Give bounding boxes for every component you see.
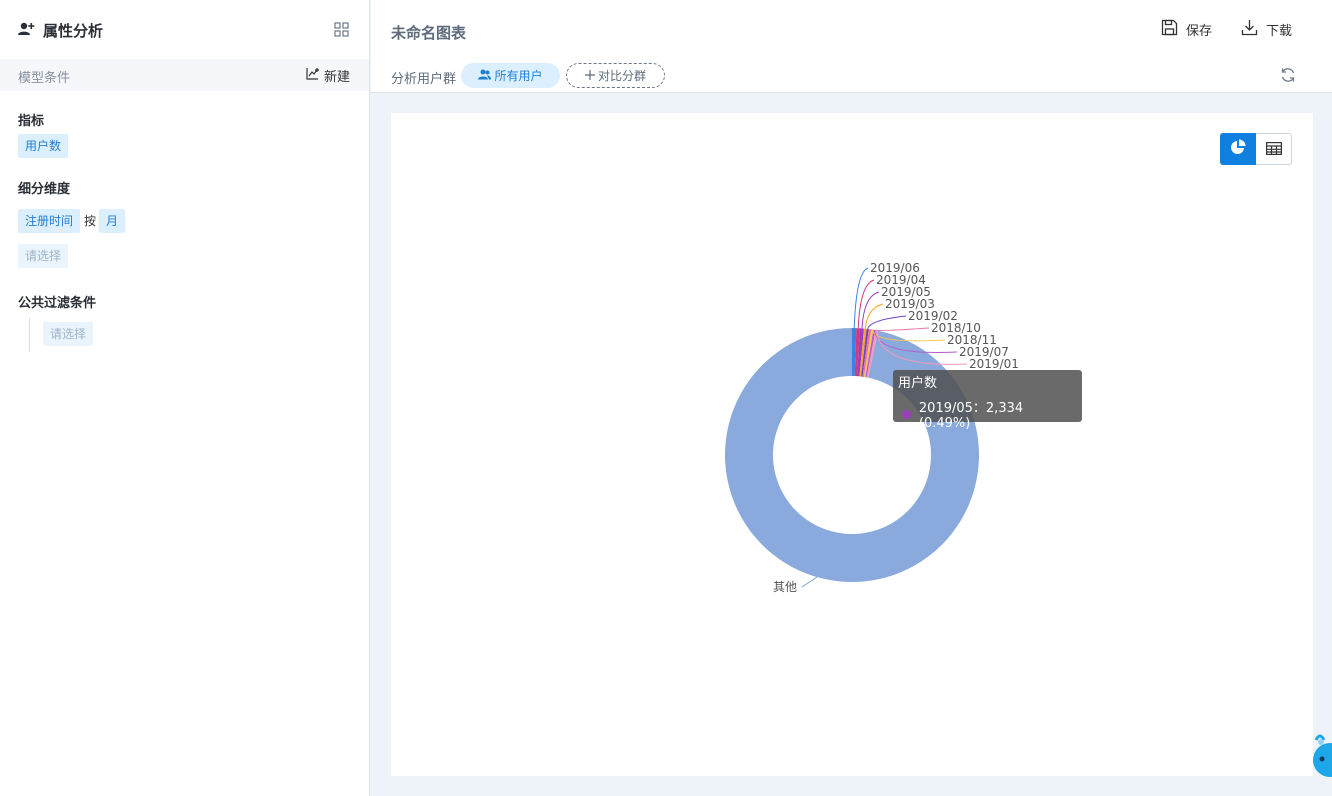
tooltip-title: 用户数: [898, 376, 938, 391]
tooltip-row: 2019/05：2,334 (0.49%): [898, 397, 1077, 431]
compare-group-button[interactable]: 对比分群: [566, 63, 665, 88]
new-button-label: 新建: [323, 70, 350, 85]
filter-divider: [29, 318, 30, 352]
grid-icon[interactable]: [334, 22, 349, 41]
filter-select-placeholder[interactable]: 请选择: [43, 322, 94, 346]
compare-label: 对比分群: [597, 69, 646, 83]
chart-header: 未命名图表 保存 下载 分析用户群 所有用户 对比分群: [371, 0, 1332, 93]
chart-tooltip: 用户数 2019/05：2,334 (0.49%): [893, 370, 1082, 431]
chart-title[interactable]: 未命名图表: [391, 22, 466, 43]
page-title: 属性分析: [43, 21, 104, 40]
metric-section-title: 指标: [18, 114, 45, 129]
dimension-tag[interactable]: 注册时间: [18, 209, 81, 233]
users-icon: [478, 69, 494, 83]
metric-tag[interactable]: 用户数: [18, 134, 69, 158]
dimension-select-placeholder[interactable]: 请选择: [18, 244, 69, 268]
sidebar-header: 属性分析: [18, 18, 103, 42]
download-button[interactable]: 下载: [1241, 19, 1292, 40]
table-view-button[interactable]: [1256, 133, 1292, 165]
chart-card: [391, 113, 1313, 776]
model-conditions-bar: 模型条件 新建: [0, 59, 369, 91]
by-label: 按: [84, 214, 97, 228]
granularity-tag[interactable]: 月: [99, 209, 126, 233]
filter-section-title: 公共过滤条件: [18, 296, 97, 311]
refresh-icon[interactable]: [1280, 67, 1296, 87]
all-users-label: 所有用户: [494, 69, 543, 83]
view-toggle: [1220, 133, 1292, 165]
assistant-mascot-icon[interactable]: [1308, 726, 1332, 778]
sidebar: 属性分析 模型条件 新建 指标 用户数 细分维度 注册时间 按 月 请选择 公共…: [0, 0, 370, 796]
model-conditions-label: 模型条件: [18, 71, 71, 86]
plus-icon: [584, 69, 595, 83]
tooltip-value: 2019/05：2,334 (0.49%): [918, 401, 1024, 431]
user-group-label: 分析用户群: [391, 72, 457, 87]
dimension-section-title: 细分维度: [18, 182, 71, 197]
user-plus-icon: [18, 21, 35, 40]
download-icon: [1241, 19, 1266, 40]
pie-chart-icon: [1230, 139, 1246, 159]
all-users-chip[interactable]: 所有用户: [461, 63, 560, 88]
new-button[interactable]: 新建: [306, 66, 350, 85]
pie-view-button[interactable]: [1220, 133, 1256, 165]
table-icon: [1265, 140, 1282, 159]
chart-add-icon: [306, 67, 324, 84]
tooltip-color-dot: [902, 409, 911, 419]
save-label: 保存: [1186, 24, 1213, 39]
save-icon: [1161, 19, 1186, 40]
save-button[interactable]: 保存: [1161, 19, 1212, 40]
download-label: 下载: [1266, 24, 1293, 39]
